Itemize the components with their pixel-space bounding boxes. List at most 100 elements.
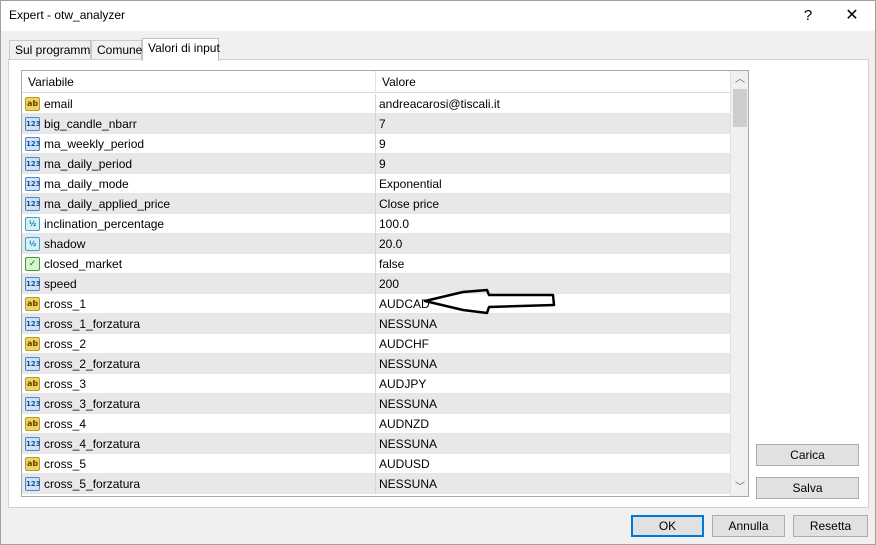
variable-cell: ½ shadow [22,234,376,254]
variable-cell: 123 big_candle_nbarr [22,114,376,134]
value-cell[interactable]: 9 [376,134,730,154]
variable-cell: ✓ closed_market [22,254,376,274]
variable-cell: ½ inclination_percentage [22,214,376,234]
table-row[interactable]: 123 cross_2_forzatura NESSUNA [22,354,730,374]
integer-type-icon: 123 [25,157,41,171]
variable-name: cross_1 [44,297,87,311]
table-row[interactable]: 123 cross_1_forzatura NESSUNA [22,314,730,334]
variable-name: big_candle_nbarr [44,117,137,131]
parameter-rows: ab email andreacarosi@tiscali.it 123 big_can… [22,94,730,494]
scroll-up-icon[interactable]: ︿ [731,71,748,88]
integer-type-icon: 123 [25,277,41,291]
enum-type-icon: 123 [25,177,41,191]
table-row[interactable]: 123 ma_daily_mode Exponential [22,174,730,194]
value-cell[interactable]: AUDJPY [376,374,730,394]
variable-name: cross_1_forzatura [44,317,141,331]
title-bar: Expert - otw_analyzer ? ✕ [1,1,875,31]
value-cell[interactable]: Close price [376,194,730,214]
table-row[interactable]: 123 ma_daily_period 9 [22,154,730,174]
variable-name: ma_daily_applied_price [44,197,171,211]
table-row[interactable]: 123 ma_weekly_period 9 [22,134,730,154]
value-cell[interactable]: 9 [376,154,730,174]
table-row[interactable]: ab cross_4 AUDNZD [22,414,730,434]
table-row[interactable]: 123 cross_4_forzatura NESSUNA [22,434,730,454]
scroll-down-icon[interactable]: ﹀ [731,479,748,496]
string-type-icon: ab [25,417,40,431]
column-header-variable[interactable]: Variabile [22,71,376,93]
value-cell[interactable]: Exponential [376,174,730,194]
integer-type-icon: 123 [25,137,41,151]
enum-type-icon: 123 [25,397,41,411]
enum-type-icon: 123 [25,357,41,371]
variable-name: cross_4_forzatura [44,437,141,451]
variable-name: closed_market [44,257,123,271]
value-cell[interactable]: AUDUSD [376,454,730,474]
variable-cell: ab cross_4 [22,414,376,434]
variable-cell: ab cross_2 [22,334,376,354]
scroll-thumb[interactable] [733,89,747,127]
value-cell[interactable]: NESSUNA [376,474,730,494]
string-type-icon: ab [25,97,40,111]
variable-name: cross_5 [44,457,87,471]
table-row[interactable]: 123 cross_5_forzatura NESSUNA [22,474,730,494]
table-row[interactable]: ½ inclination_percentage 100.0 [22,214,730,234]
variable-name: speed [44,277,77,291]
enum-type-icon: 123 [25,477,41,491]
cancel-button[interactable]: Annulla [712,515,785,537]
value-cell[interactable]: andreacarosi@tiscali.it [376,94,730,114]
variable-name: inclination_percentage [44,217,165,231]
table-row[interactable]: ab cross_3 AUDJPY [22,374,730,394]
value-cell[interactable]: NESSUNA [376,354,730,374]
variable-name: ma_daily_mode [44,177,129,191]
variable-cell: ab cross_5 [22,454,376,474]
value-cell[interactable]: 7 [376,114,730,134]
save-button[interactable]: Salva [756,477,859,499]
vertical-scrollbar[interactable]: ︿ ﹀ [730,71,748,496]
table-row[interactable]: ab cross_5 AUDUSD [22,454,730,474]
table-row[interactable]: 123 big_candle_nbarr 7 [22,114,730,134]
table-row[interactable]: ab email andreacarosi@tiscali.it [22,94,730,114]
variable-name: ma_daily_period [44,157,133,171]
double-type-icon: ½ [25,237,40,251]
variable-name: ma_weekly_period [44,137,145,151]
load-button[interactable]: Carica [756,444,859,466]
close-icon[interactable]: ✕ [835,4,869,28]
tab-comune[interactable]: Comune [91,40,142,60]
double-type-icon: ½ [25,217,40,231]
reset-button[interactable]: Resetta [793,515,868,537]
value-cell[interactable]: NESSUNA [376,434,730,454]
ok-button[interactable]: OK [631,515,704,537]
variable-cell: 123 cross_2_forzatura [22,354,376,374]
table-row[interactable]: ½ shadow 20.0 [22,234,730,254]
table-row[interactable]: ✓ closed_market false [22,254,730,274]
integer-type-icon: 123 [25,117,41,131]
value-cell[interactable]: NESSUNA [376,394,730,414]
value-cell[interactable]: false [376,254,730,274]
tab-valori-di-input[interactable]: Valori di input [142,38,220,61]
expert-properties-dialog: Expert - otw_analyzer ? ✕ Sul programma … [0,0,876,545]
value-cell[interactable]: AUDCHF [376,334,730,354]
string-type-icon: ab [25,297,40,311]
table-row[interactable]: 123 speed 200 [22,274,730,294]
variable-cell: 123 ma_weekly_period [22,134,376,154]
table-row[interactable]: ab cross_1 AUDCAD [22,294,730,314]
value-cell[interactable]: 20.0 [376,234,730,254]
variable-cell: 123 cross_5_forzatura [22,474,376,494]
table-row[interactable]: 123 cross_3_forzatura NESSUNA [22,394,730,414]
tab-sul-programma[interactable]: Sul programma [9,40,97,60]
value-cell[interactable]: 100.0 [376,214,730,234]
variable-cell: ab cross_3 [22,374,376,394]
value-cell[interactable]: AUDNZD [376,414,730,434]
value-cell[interactable]: NESSUNA [376,314,730,334]
table-row[interactable]: ab cross_2 AUDCHF [22,334,730,354]
variable-name: cross_2 [44,337,87,351]
value-cell[interactable]: 200 [376,274,730,294]
grid-header: Variabile Valore [22,71,730,93]
variable-name: cross_3_forzatura [44,397,141,411]
column-header-value[interactable]: Valore [376,71,730,93]
variable-cell: 123 cross_4_forzatura [22,434,376,454]
table-row[interactable]: 123 ma_daily_applied_price Close price [22,194,730,214]
variable-name: cross_3 [44,377,87,391]
value-cell[interactable]: AUDCAD [376,294,730,314]
help-icon[interactable]: ? [791,4,825,28]
